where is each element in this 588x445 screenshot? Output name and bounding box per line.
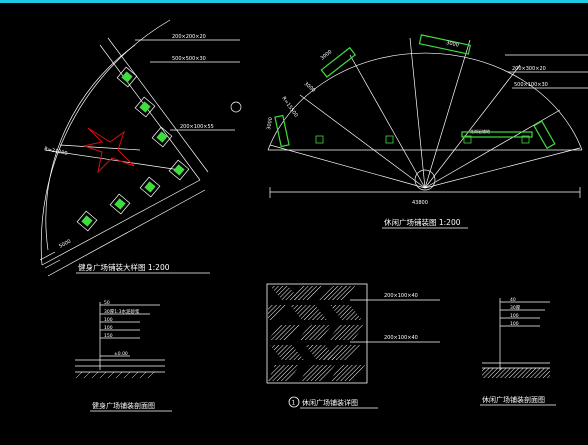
section-left-layer-2: 30厚1:3水泥砂浆	[104, 308, 140, 315]
plan-right-top-dim-2: 3000	[446, 40, 460, 49]
section-right-hatch	[482, 368, 550, 378]
plan-right	[267, 37, 583, 198]
plan-right-title: 休闲广场铺装图 1:200	[384, 217, 461, 227]
plan-right-top-dim-3: 3000	[266, 117, 274, 131]
plan-right-callout-2: 500×100×30	[514, 82, 548, 88]
section-left-layer-3: 100	[104, 317, 113, 323]
pattern-detail	[266, 283, 368, 384]
section-right-layer-2: 30厚	[510, 305, 521, 311]
plan-left-star	[82, 127, 135, 174]
plan-left-bottom-dim: 5000	[58, 238, 72, 249]
plan-right-callout-1: 200×300×20	[512, 66, 546, 72]
section-left-layer-5: 150	[104, 333, 113, 339]
plan-right-strips	[274, 34, 556, 150]
cad-drawing-canvas: 200×200×20 500×500×30 200×100×55 R=21200…	[39, 19, 588, 412]
plan-right-mid-label: 花岗岩铺地	[470, 128, 490, 134]
plan-left-callouts	[135, 39, 242, 131]
section-right-title: 休闲广场铺装剖面图	[482, 395, 545, 404]
pattern-detail-marker: 1	[292, 400, 296, 407]
section-left-layer-1: 50	[104, 300, 110, 306]
pattern-detail-title: 休闲广场铺装详图	[302, 398, 358, 407]
plan-left-callout-2: 500×500×30	[172, 56, 206, 62]
plan-left-callout-1: 200×200×20	[172, 34, 206, 40]
section-left-hatch	[75, 371, 155, 379]
plan-right-top-dim-1: 3000	[320, 49, 334, 62]
plan-right-top-dim-4: 3000	[303, 81, 317, 94]
plan-left-title: 健身广场铺装大样图 1:200	[78, 262, 170, 272]
section-right-layer-1: 40	[510, 297, 516, 303]
pattern-detail-label-2: 200×100×40	[384, 335, 418, 341]
plan-right-base-dim: 43800	[412, 200, 428, 206]
section-right-layer-4: 100	[510, 321, 519, 327]
plan-left-callout-3: 200×100×55	[180, 124, 214, 130]
section-left-title: 健身广场铺装剖面图	[92, 401, 155, 410]
plan-left-outer-arc	[40, 19, 171, 266]
section-left-layer-4: 100	[104, 325, 113, 331]
pattern-detail-label-1: 200×100×40	[384, 293, 418, 299]
section-right-layer-3: 100	[510, 313, 519, 319]
section-left-level: ±0.00	[114, 351, 128, 357]
